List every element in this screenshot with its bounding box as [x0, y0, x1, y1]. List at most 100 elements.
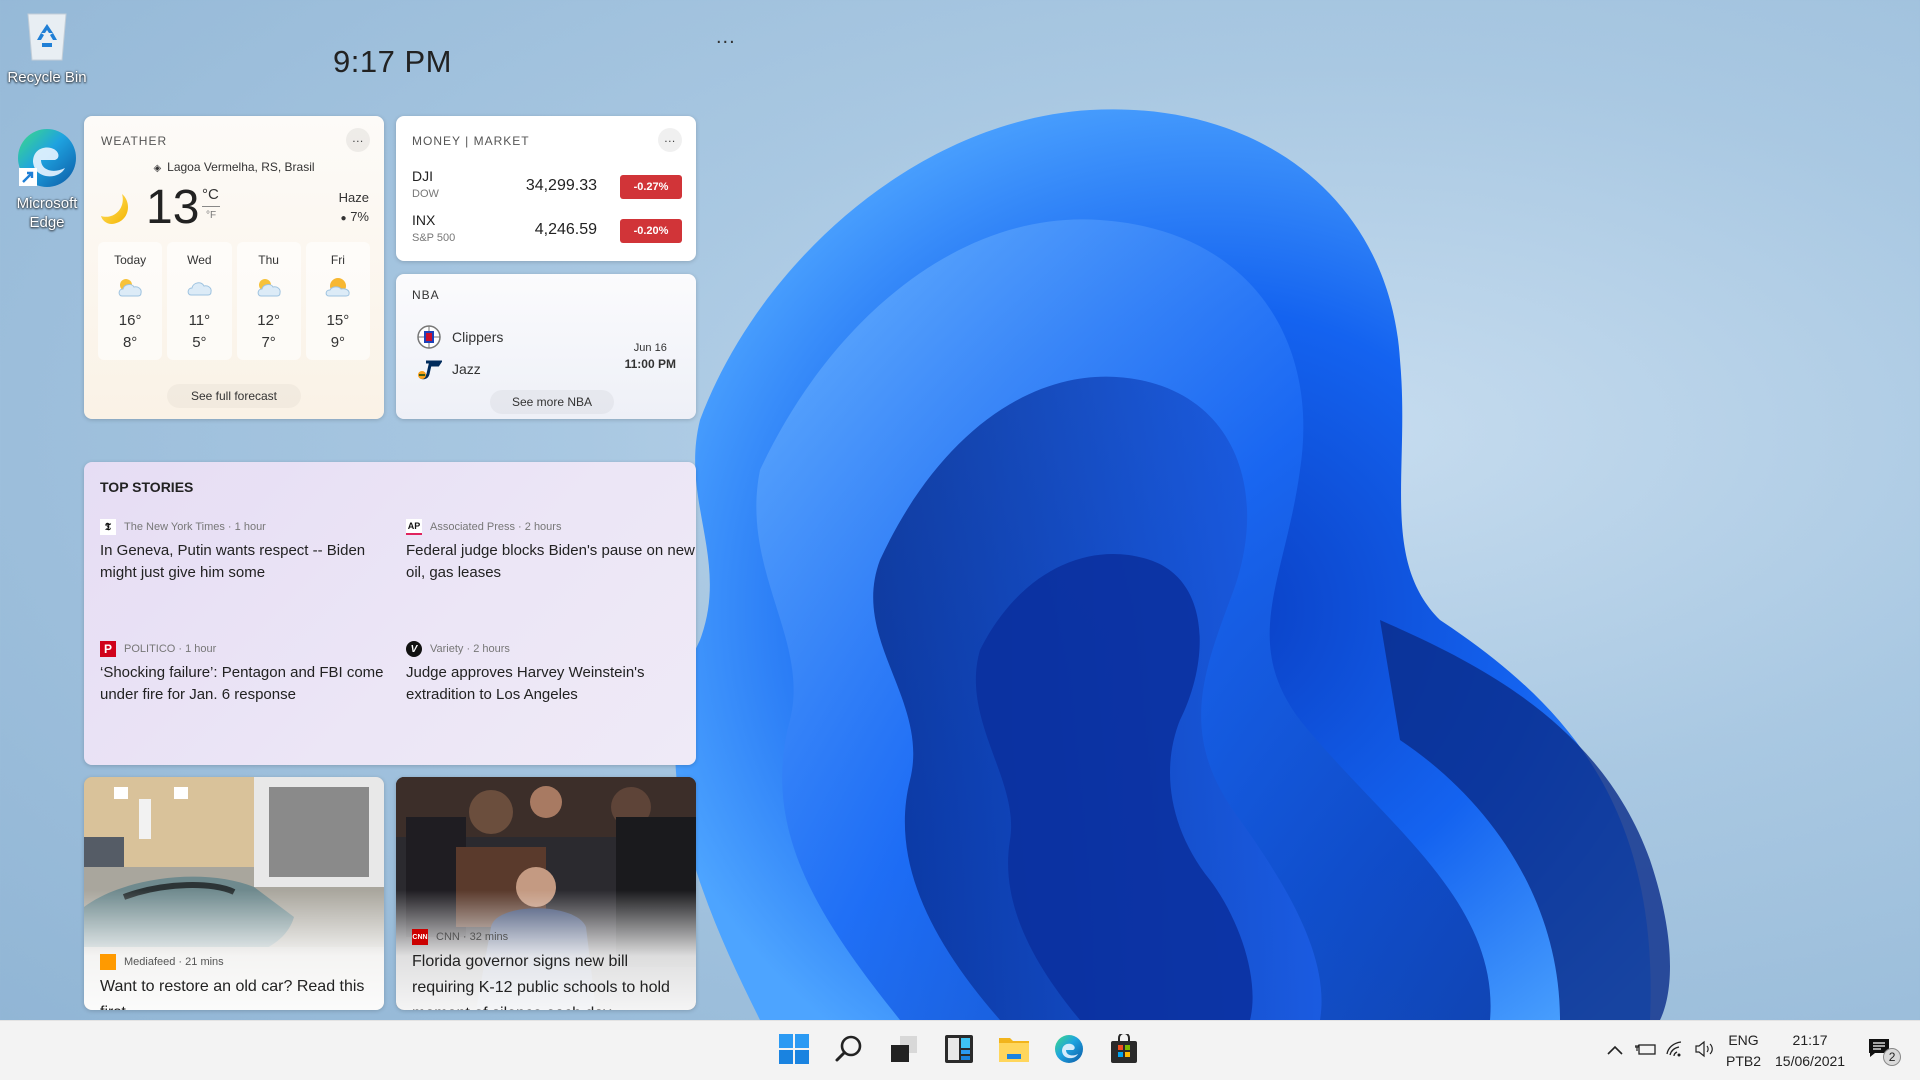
money-more-button[interactable]: ...	[658, 128, 682, 152]
widgets-more-button[interactable]: ...	[716, 26, 736, 49]
edge-taskbar-button[interactable]	[1053, 1034, 1085, 1067]
unit-celsius[interactable]: °C	[202, 186, 219, 203]
desktop-icon-recycle-bin[interactable]: Recycle Bin	[0, 10, 94, 87]
story-item[interactable]: V Variety · 2 hours Judge approves Harve…	[406, 641, 696, 706]
source-name: Associated Press	[430, 521, 515, 533]
forecast-low: 9°	[330, 334, 346, 351]
story-item[interactable]: 𝕿 The New York Times · 1 hour In Geneva,…	[100, 519, 390, 584]
windows-start-icon	[779, 1033, 809, 1069]
game-schedule: Jun 16 11:00 PM	[625, 340, 676, 373]
search-button[interactable]	[833, 1035, 865, 1067]
story-headline[interactable]: In Geneva, Putin wants respect -- Biden …	[100, 540, 390, 584]
network-button[interactable]	[1660, 1036, 1690, 1066]
forecast-high: 11°	[188, 312, 211, 329]
file-explorer-button[interactable]	[998, 1035, 1030, 1067]
taskbar-date: 15/06/2021	[1775, 1053, 1846, 1069]
money-market-widget[interactable]: MONEY | MARKET ... DJI DOW 34,299.33 -0.…	[396, 116, 696, 261]
see-more-nba-button[interactable]: See more NBA	[490, 390, 614, 414]
desktop-icon-label: Recycle Bin	[7, 69, 87, 86]
story-age: 2 hours	[524, 521, 562, 533]
volume-button[interactable]	[1690, 1036, 1720, 1066]
folder-icon	[998, 1034, 1030, 1069]
story-age: 2 hours	[473, 643, 510, 655]
desktop-icon-microsoft-edge[interactable]: Microsoft Edge	[0, 126, 94, 232]
team-name: Clippers	[452, 329, 504, 345]
unit-fahrenheit[interactable]: °F	[206, 210, 216, 221]
story-headline[interactable]: Florida governor signs new bill requirin…	[412, 949, 684, 1010]
story-headline[interactable]: Want to restore an old car? Read this fi…	[100, 974, 372, 1010]
image-story-card[interactable]: Mediafeed · 21 mins Want to restore an o…	[84, 777, 384, 1010]
store-button[interactable]	[1108, 1031, 1140, 1067]
team-away[interactable]: Jazz	[416, 356, 481, 382]
forecast-high: 12°	[257, 312, 280, 329]
team-home[interactable]: Clippers	[416, 324, 503, 350]
forecast-low: 7°	[261, 334, 276, 351]
battery-charging-icon	[1634, 1042, 1656, 1061]
weather-widget[interactable]: WEATHER ... ◈ Lagoa Vermelha, RS, Brasil …	[84, 116, 384, 419]
stock-price: 4,246.59	[534, 221, 597, 238]
taskbar-apps	[778, 1031, 1140, 1069]
story-headline[interactable]: ‘Shocking failure’: Pentagon and FBI com…	[100, 662, 390, 706]
widgets-clock: 9:17 PM	[333, 44, 452, 79]
story-item[interactable]: P POLITICO · 1 hour ‘Shocking failure’: …	[100, 641, 390, 706]
story-age: 21 mins	[185, 956, 224, 968]
weather-more-button[interactable]: ...	[346, 128, 370, 152]
current-temperature: 13	[146, 181, 200, 234]
story-source: P POLITICO · 1 hour	[100, 641, 390, 657]
cnn-logo-icon: CNN	[412, 929, 428, 945]
widgets-button[interactable]	[943, 1034, 975, 1067]
source-name: The New York Times	[124, 521, 225, 533]
stock-symbol: INX	[412, 212, 436, 228]
story-age: 32 mins	[469, 931, 509, 943]
team-name: Jazz	[452, 361, 481, 377]
politico-logo-icon: P	[100, 641, 116, 657]
top-stories-widget: TOP STORIES 𝕿 The New York Times · 1 hou…	[84, 462, 696, 765]
partly-cloudy-icon	[306, 276, 370, 298]
stock-price: 34,299.33	[525, 177, 597, 194]
battery-button[interactable]	[1630, 1036, 1660, 1066]
stock-name: DOW	[412, 188, 439, 200]
story-headline[interactable]: Federal judge blocks Biden's pause on ne…	[406, 540, 696, 584]
keyboard-layout: PTB2	[1726, 1053, 1762, 1069]
story-item[interactable]: AP Associated Press · 2 hours Federal ju…	[406, 519, 696, 584]
notification-center-button[interactable]: 2	[1867, 1036, 1902, 1066]
input-language-button[interactable]: ENG PTB2	[1726, 1030, 1761, 1072]
forecast-low: 5°	[192, 334, 207, 351]
raindrop-icon: ●	[340, 213, 347, 224]
stock-name: S&P 500	[412, 232, 456, 244]
partly-cloudy-icon	[98, 276, 162, 298]
source-name: POLITICO	[124, 643, 176, 655]
start-button[interactable]	[778, 1033, 810, 1069]
story-age: 1 hour	[234, 521, 266, 533]
stock-change-badge: -0.20%	[620, 219, 682, 243]
story-age: 1 hour	[185, 643, 217, 655]
weather-location[interactable]: ◈ Lagoa Vermelha, RS, Brasil	[84, 160, 384, 174]
game-date: Jun 16	[633, 342, 667, 354]
taskbar-time: 21:17	[1792, 1032, 1828, 1048]
source-name: Mediafeed	[124, 956, 176, 968]
taskbar-clock[interactable]: 21:17 15/06/2021	[1775, 1030, 1845, 1072]
forecast-low: 8°	[122, 334, 138, 351]
stock-row[interactable]: DJI DOW 34,299.33 -0.27%	[412, 168, 682, 208]
moon-icon	[100, 192, 134, 226]
desktop-icon-label: Microsoft Edge	[16, 195, 78, 231]
top-stories-title: TOP STORIES	[100, 479, 194, 495]
task-view-button[interactable]	[888, 1035, 920, 1067]
show-hidden-icons-button[interactable]	[1600, 1036, 1630, 1066]
story-headline[interactable]: Judge approves Harvey Weinstein's extrad…	[406, 662, 696, 706]
nba-widget[interactable]: NBA Clippers Jazz Jun 16 11:00 PM See mo…	[396, 274, 696, 419]
see-full-forecast-button[interactable]: See full forecast	[167, 384, 301, 408]
stock-row[interactable]: INX S&P 500 4,246.59 -0.20%	[412, 212, 682, 252]
forecast-day[interactable]: Wed 11° 5°	[167, 242, 232, 360]
weather-condition: Haze ● 7%	[339, 188, 369, 228]
notification-count-badge: 2	[1883, 1048, 1902, 1066]
forecast-day[interactable]: Today 16° 8°	[98, 242, 163, 360]
money-title: MONEY | MARKET	[412, 134, 530, 148]
nyt-logo-icon: 𝕿	[100, 519, 116, 535]
jazz-logo-icon	[416, 356, 443, 382]
forecast-day[interactable]: Thu 12° 7°	[236, 242, 301, 360]
cloudy-icon	[167, 276, 231, 298]
image-story-card[interactable]: CNN CNN · 32 mins Florida governor signs…	[396, 777, 696, 1010]
stock-symbol: DJI	[412, 168, 433, 184]
forecast-day[interactable]: Fri 15° 9°	[305, 242, 370, 360]
